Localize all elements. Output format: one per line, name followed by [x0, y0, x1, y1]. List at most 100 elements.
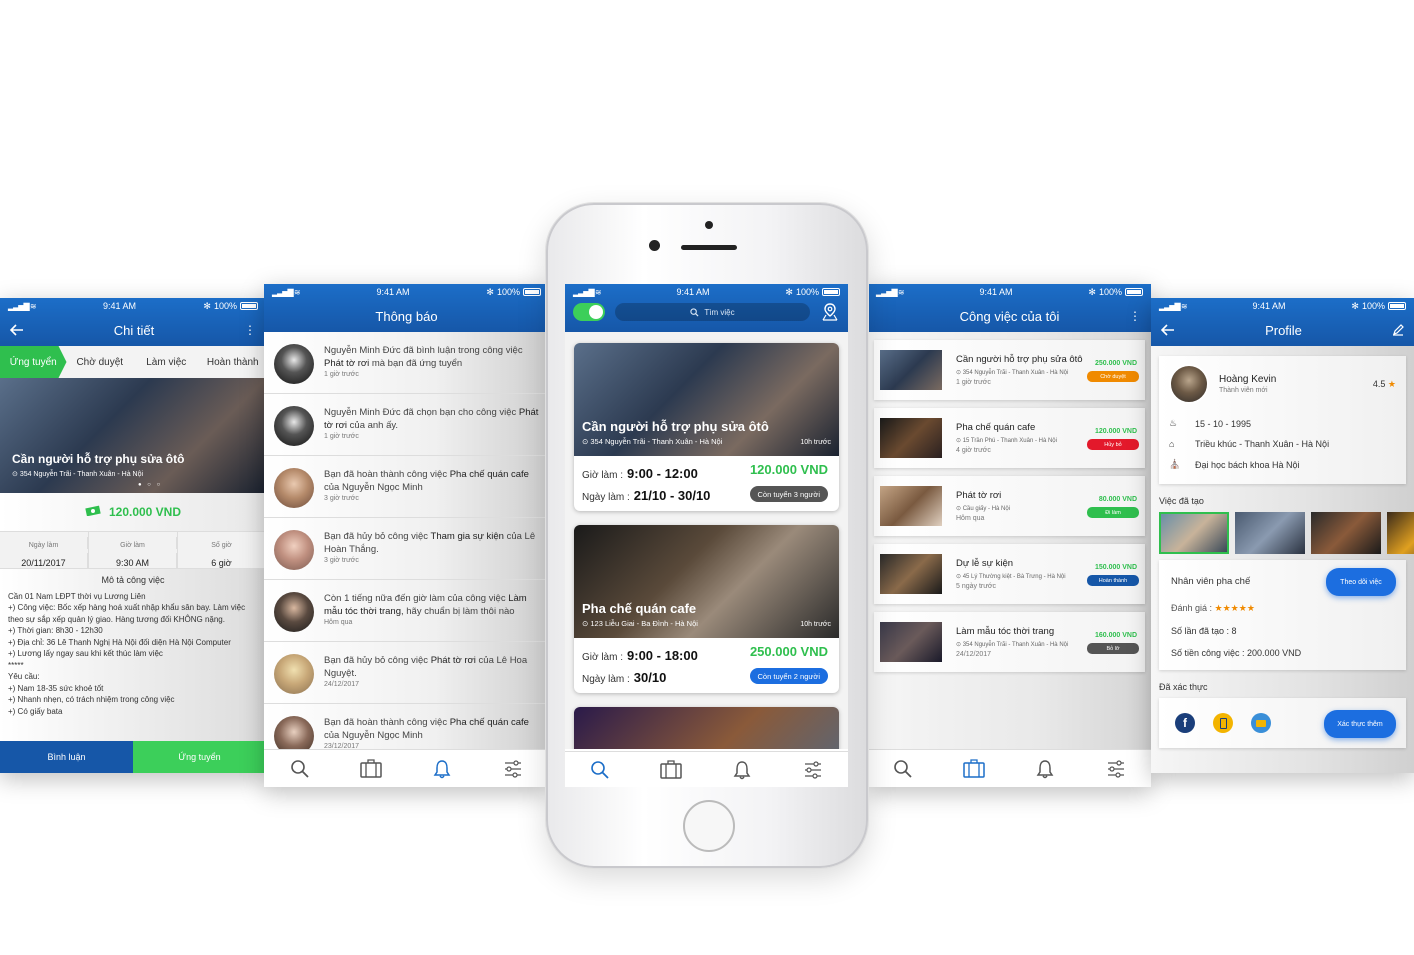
battery-percent: 100%: [1361, 301, 1385, 311]
job-thumbnail[interactable]: [1387, 512, 1414, 554]
description-line: +) Thời gian: 8h30 - 12h30: [8, 626, 103, 635]
my-job-address: ⊙ 45 Lý Thường kiệt - Bà Trưng - Hà Nội: [956, 573, 1066, 580]
tab-jobs[interactable]: [357, 755, 385, 783]
job-card[interactable]: Pha chế quán cafe ⊙ 123 Liễu Giai - Ba Đ…: [574, 525, 839, 693]
status-bar: ▂▃▅▇ ≋ 9:41 AM ✻ 100%: [0, 298, 266, 314]
tab-settings[interactable]: [499, 755, 527, 783]
my-job-price: 120.000 VND: [1094, 428, 1137, 435]
job-address-text: 354 Nguyễn Trãi - Thanh Xuân - Hà Nội: [19, 471, 144, 478]
notification-item[interactable]: Bạn đã hủy bỏ công việc Phát tờ rơi của …: [264, 642, 549, 704]
rating-value: 4.5: [1372, 378, 1386, 389]
map-pin-icon[interactable]: [820, 302, 840, 322]
created-jobs-heading: Việc đã tạo: [1159, 496, 1204, 506]
date-label: Ngày làm :: [582, 674, 630, 685]
back-arrow-icon[interactable]: [10, 324, 24, 336]
earpiece-speaker: [681, 245, 737, 250]
availability-toggle[interactable]: [573, 303, 605, 321]
notification-text: Bạn đã hoàn thành công việc Pha chế quán…: [324, 716, 541, 752]
battery-icon: [822, 288, 840, 296]
job-thumbnail[interactable]: [1159, 512, 1229, 554]
notification-part: Nguyễn Minh Đức: [324, 345, 401, 356]
battery: ✻ 100%: [203, 301, 258, 312]
tab-settings[interactable]: [799, 756, 827, 784]
tab-notifications[interactable]: [428, 755, 456, 783]
search-icon: [591, 760, 610, 779]
notification-job-link[interactable]: Phát tờ rơi: [431, 655, 476, 666]
apply-button[interactable]: Ứng tuyển: [133, 741, 266, 773]
search-input[interactable]: Tìm việc: [615, 303, 810, 321]
notification-part: mà bạn đã ứng tuyển: [369, 358, 463, 369]
notification-job-link[interactable]: Phát tờ rơi: [324, 358, 369, 369]
tab-settings[interactable]: [1102, 755, 1130, 783]
job-card-partial[interactable]: [574, 707, 839, 749]
more-vertical-icon[interactable]: ⋮: [244, 323, 256, 337]
notification-time: 3 giờ trước: [324, 495, 359, 502]
tab-search[interactable]: [586, 756, 614, 784]
my-job-item[interactable]: Cần người hỗ trợ phụ sửa ôtô ⊙ 354 Nguyễn…: [874, 340, 1145, 400]
location-pin-icon: ⊙: [956, 574, 963, 580]
tab-search[interactable]: [889, 755, 917, 783]
edit-pencil-icon[interactable]: [1392, 324, 1404, 336]
notification-time: 1 giờ trước: [324, 433, 359, 440]
notification-item[interactable]: Bạn đã hủy bỏ công việc Tham gia sự kiện…: [264, 518, 549, 580]
tab-jobs[interactable]: [960, 755, 988, 783]
bell-icon: [1036, 759, 1054, 778]
my-job-item[interactable]: Làm mẫu tóc thời trang ⊙ 354 Nguyễn Trãi …: [874, 612, 1145, 672]
home-button[interactable]: [683, 800, 735, 852]
search-placeholder: Tìm việc: [704, 307, 735, 317]
notification-text: Nguyễn Minh Đức đã bình luận trong công …: [324, 344, 541, 380]
notification-item[interactable]: Bạn đã hoàn thành công việc Pha chế quán…: [264, 704, 549, 752]
sliders-icon: [505, 759, 522, 778]
my-job-item[interactable]: Pha chế quán cafe ⊙ 15 Trần Phú - Thanh X…: [874, 408, 1145, 468]
notification-item[interactable]: Nguyễn Minh Đức đã bình luận trong công …: [264, 332, 549, 394]
notification-time: 3 giờ trước: [324, 557, 359, 564]
notification-part: Bạn đã hoàn thành công việc: [324, 717, 450, 728]
tab-notifications[interactable]: [728, 756, 756, 784]
avatar: [274, 468, 314, 508]
tab-notifications[interactable]: [1031, 755, 1059, 783]
battery-percent: 100%: [795, 287, 819, 297]
my-job-address-text: Cầu giấy - Hà Nội: [962, 506, 1011, 512]
carousel-dots[interactable]: ● ○ ○: [138, 482, 162, 488]
job-card-info: Giờ làm :9:00 - 18:00 Ngày làm :30/10 25…: [574, 638, 839, 693]
job-card[interactable]: Cần người hỗ trợ phụ sửa ôtô ⊙ 354 Nguyễ…: [574, 343, 839, 511]
verify-more-button[interactable]: Xác thực thêm: [1324, 710, 1396, 738]
job-thumbnail[interactable]: [1235, 512, 1305, 554]
verified-heading: Đã xác thực: [1159, 682, 1208, 692]
job-card-ago: 10h trước: [800, 439, 831, 446]
notification-message: Bạn đã hoàn thành công việc Pha chế quán…: [324, 716, 541, 742]
birthday-value: 15 - 10 - 1995: [1195, 418, 1252, 429]
notification-job-link[interactable]: Tham gia sự kiện: [431, 531, 504, 542]
my-job-item[interactable]: Phát tờ rơi ⊙ Cầu giấy - Hà Nội Hôm qua 80.…: [874, 476, 1145, 536]
notification-item[interactable]: Còn 1 tiếng nữa đến giờ làm của công việ…: [264, 580, 549, 642]
notification-text: Còn 1 tiếng nữa đến giờ làm của công việ…: [324, 592, 541, 628]
tab-search[interactable]: [286, 755, 314, 783]
more-vertical-icon[interactable]: ⋮: [1129, 309, 1141, 323]
description-line: Cần 01 Nam LĐPT thời vụ Lương Liên: [8, 591, 146, 601]
job-thumbnail: [880, 554, 942, 594]
notification-item[interactable]: Nguyễn Minh Đức đã chọn bạn cho công việ…: [264, 394, 549, 456]
notification-job-link[interactable]: Pha chế quán cafe: [450, 469, 529, 480]
my-job-time: Hôm qua: [956, 515, 985, 522]
back-arrow-icon[interactable]: [1161, 324, 1175, 336]
job-card-image: Pha chế quán cafe ⊙ 123 Liễu Giai - Ba Đ…: [574, 525, 839, 638]
job-thumbnail[interactable]: [1311, 512, 1381, 554]
location-pin-icon: ⊙: [12, 471, 20, 478]
tab-jobs[interactable]: [657, 756, 685, 784]
job-card-image: [574, 707, 839, 749]
follow-job-button[interactable]: Theo dõi việc: [1326, 568, 1396, 596]
description-line: +) Địa chỉ: 36 Lê Thanh Nghị Hà Nội đối …: [8, 637, 231, 647]
comment-button[interactable]: Bình luận: [0, 741, 133, 773]
description-line: *****: [8, 660, 24, 670]
search-icon: [894, 759, 913, 778]
notification-job-link[interactable]: Pha chế quán cafe: [450, 717, 529, 728]
notification-text: Bạn đã hủy bỏ công việc Phát tờ rơi của …: [324, 654, 541, 690]
description-line: +) Nam 18-35 sức khoẻ tốt: [8, 683, 104, 693]
my-job-item[interactable]: Dự lễ sự kiện ⊙ 45 Lý Thường kiệt - Bà Tr…: [874, 544, 1145, 604]
notification-item[interactable]: Bạn đã hoàn thành công việc Pha chế quán…: [264, 456, 549, 518]
signal-icon: ▂▃▅▇ ≋: [272, 287, 301, 297]
notification-text: Bạn đã hoàn thành công việc Pha chế quán…: [324, 468, 541, 504]
my-job-title: Dự lễ sự kiện: [956, 558, 1014, 569]
battery-percent: 100%: [496, 287, 520, 297]
hours-label: Giờ làm :: [582, 470, 624, 481]
